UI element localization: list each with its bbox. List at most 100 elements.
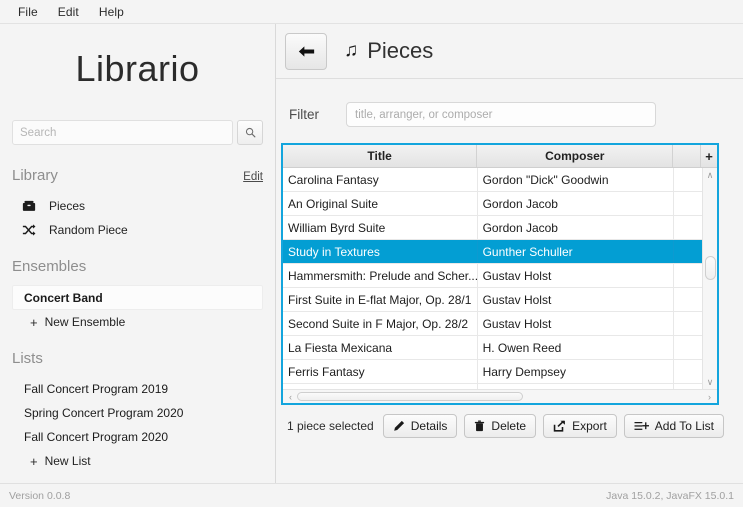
add-to-list-button-label: Add To List bbox=[654, 419, 714, 433]
table-row[interactable]: Hammersmith: Prelude and Scher... Gustav… bbox=[283, 264, 702, 288]
body-split: Librario Library Edit bbox=[0, 24, 743, 483]
menu-edit[interactable]: Edit bbox=[48, 2, 89, 22]
list-plus-icon bbox=[634, 420, 649, 432]
list-item[interactable]: Spring Concert Program 2020 bbox=[12, 401, 263, 425]
archive-box-icon bbox=[22, 199, 40, 213]
sidebar-item-pieces[interactable]: Pieces bbox=[12, 194, 263, 218]
library-section-title: Library bbox=[12, 167, 58, 184]
filter-input[interactable] bbox=[346, 102, 656, 127]
table-row[interactable]: An Original Suite Gordon Jacob bbox=[283, 192, 702, 216]
ensembles-section-title: Ensembles bbox=[12, 258, 87, 275]
lists-section-title: Lists bbox=[12, 350, 43, 367]
menu-help[interactable]: Help bbox=[89, 2, 134, 22]
cell-filler bbox=[674, 192, 702, 215]
list-item-label: Fall Concert Program 2019 bbox=[24, 382, 169, 396]
table-body-area: Carolina Fantasy Gordon "Dick" Goodwin A… bbox=[283, 168, 717, 389]
cell-title: La Fiesta Mexicana bbox=[283, 336, 478, 359]
table-body: Carolina Fantasy Gordon "Dick" Goodwin A… bbox=[283, 168, 702, 389]
cell-title: Ferris Fantasy bbox=[283, 360, 478, 383]
sidebar-item-random-piece[interactable]: Random Piece bbox=[12, 218, 263, 242]
status-runtime: Java 15.0.2, JavaFX 15.0.1 bbox=[606, 489, 734, 502]
music-note-icon: ♫ bbox=[344, 40, 359, 61]
cell-title: First Suite in E-flat Major, Op. 28/1 bbox=[283, 288, 478, 311]
library-edit-link[interactable]: Edit bbox=[243, 171, 263, 183]
arrow-left-icon bbox=[298, 45, 315, 58]
table-row[interactable]: William Byrd Suite Gordon Jacob bbox=[283, 216, 702, 240]
add-to-list-button[interactable]: Add To List bbox=[623, 414, 724, 438]
main-panel: ♫ Pieces Filter Title Composer + bbox=[276, 24, 743, 483]
cell-composer: Gustav Holst bbox=[478, 288, 675, 311]
cell-filler bbox=[674, 312, 702, 335]
scroll-up-icon[interactable]: ∧ bbox=[707, 168, 714, 182]
plus-icon: + bbox=[30, 314, 38, 330]
table-row[interactable]: Ferris Fantasy Harry Dempsey bbox=[283, 360, 702, 384]
table-row-selected[interactable]: Study in Textures Gunther Schuller bbox=[283, 240, 702, 264]
trash-icon bbox=[474, 420, 485, 432]
sidebar-item-concert-band[interactable]: Concert Band bbox=[12, 285, 263, 310]
cell-composer: Gunther Schuller bbox=[478, 240, 675, 263]
delete-button[interactable]: Delete bbox=[464, 414, 537, 438]
add-column-button[interactable]: + bbox=[701, 145, 717, 167]
vertical-scrollbar-thumb[interactable] bbox=[705, 256, 716, 280]
back-button[interactable] bbox=[285, 32, 327, 70]
new-list-button[interactable]: + New List bbox=[12, 449, 263, 473]
cell-composer: Gustav Holst bbox=[478, 264, 675, 287]
table-row[interactable]: Carolina Fantasy Gordon "Dick" Goodwin bbox=[283, 168, 702, 192]
search-input[interactable] bbox=[12, 120, 233, 145]
cell-title: Hammersmith: Prelude and Scher... bbox=[283, 264, 478, 287]
export-icon bbox=[553, 420, 566, 432]
column-header-title[interactable]: Title bbox=[283, 145, 478, 167]
app-brand-title: Librario bbox=[75, 48, 200, 89]
cell-composer: Gordon "Dick" Goodwin bbox=[478, 168, 675, 191]
export-button-label: Export bbox=[572, 419, 607, 433]
sidebar-item-concert-band-label: Concert Band bbox=[24, 290, 103, 305]
table-horizontal-scrollbar[interactable]: ‹ › bbox=[283, 389, 717, 403]
table-row[interactable]: Second Suite in F Major, Op. 28/2 Gustav… bbox=[283, 312, 702, 336]
pencil-icon bbox=[393, 420, 405, 432]
list-item-label: Spring Concert Program 2020 bbox=[24, 406, 184, 420]
sidebar: Librario Library Edit bbox=[0, 24, 276, 483]
cell-filler bbox=[674, 288, 702, 311]
cell-composer: Gordon Jacob bbox=[478, 216, 675, 239]
pieces-table: Title Composer + Carolina Fantasy Gordon… bbox=[281, 143, 719, 405]
menu-file[interactable]: File bbox=[8, 2, 48, 22]
cell-title: Study in Textures bbox=[283, 240, 478, 263]
column-header-composer[interactable]: Composer bbox=[477, 145, 674, 167]
sidebar-item-random-piece-label: Random Piece bbox=[49, 223, 128, 237]
list-item[interactable]: Fall Concert Program 2020 bbox=[12, 425, 263, 449]
horizontal-scrollbar-track[interactable] bbox=[297, 390, 703, 403]
cell-title: Carolina Fantasy bbox=[283, 168, 478, 191]
search-button[interactable] bbox=[237, 120, 263, 145]
cell-filler bbox=[674, 264, 702, 287]
list-item-label: Fall Concert Program 2020 bbox=[24, 430, 169, 444]
cell-composer: H. Owen Reed bbox=[478, 336, 675, 359]
table-row[interactable]: First Suite in E-flat Major, Op. 28/1 Gu… bbox=[283, 288, 702, 312]
cell-composer: Gustav Holst bbox=[478, 312, 675, 335]
scroll-left-icon[interactable]: ‹ bbox=[284, 392, 297, 402]
cell-composer: Harry Dempsey bbox=[478, 360, 675, 383]
search-icon bbox=[245, 127, 256, 138]
details-button[interactable]: Details bbox=[382, 414, 458, 438]
horizontal-scrollbar-thumb[interactable] bbox=[297, 392, 523, 401]
new-ensemble-button[interactable]: + New Ensemble bbox=[12, 310, 263, 334]
page-title: ♫ Pieces bbox=[344, 38, 433, 64]
new-list-label: New List bbox=[44, 454, 91, 468]
application-window: File Edit Help Librario Library bbox=[0, 0, 743, 507]
export-button[interactable]: Export bbox=[543, 414, 617, 438]
cell-filler bbox=[674, 168, 702, 191]
scroll-right-icon[interactable]: › bbox=[703, 392, 716, 402]
table-row[interactable]: La Fiesta Mexicana H. Owen Reed bbox=[283, 336, 702, 360]
filter-row: Filter bbox=[276, 79, 743, 143]
cell-composer: Gordon Jacob bbox=[478, 192, 675, 215]
shuffle-icon bbox=[22, 223, 40, 237]
cell-title: William Byrd Suite bbox=[283, 216, 478, 239]
cell-filler bbox=[674, 336, 702, 359]
scroll-down-icon[interactable]: ∨ bbox=[707, 375, 714, 389]
table-vertical-scrollbar[interactable]: ∧ ∨ bbox=[702, 168, 717, 389]
list-item[interactable]: Fall Concert Program 2019 bbox=[12, 377, 263, 401]
cell-filler bbox=[674, 360, 702, 383]
lists-section-header: Lists bbox=[12, 350, 263, 367]
cell-filler bbox=[674, 240, 702, 263]
cell-title: Second Suite in F Major, Op. 28/2 bbox=[283, 312, 478, 335]
